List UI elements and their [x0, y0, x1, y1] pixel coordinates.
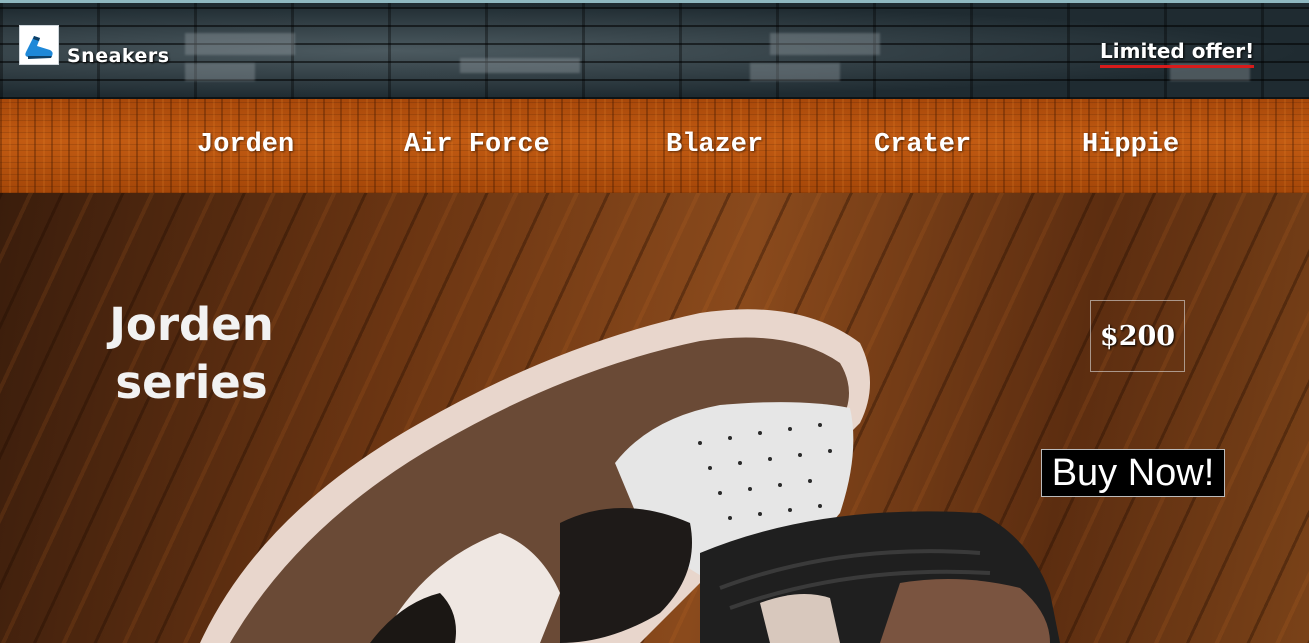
nav-item-hippie[interactable]: Hippie [1082, 130, 1179, 160]
limited-offer-link[interactable]: Limited offer! [1100, 39, 1255, 68]
hero-title: Jorden series [109, 298, 274, 409]
stone-texture [460, 58, 580, 73]
stone-texture [185, 33, 295, 55]
sneaker-logo-svg [20, 26, 58, 64]
stone-texture [750, 63, 840, 81]
site-header: Sneakers Limited offer! [0, 0, 1309, 99]
nav-item-blazer[interactable]: Blazer [666, 130, 763, 160]
sneaker-hero-image [200, 309, 1060, 643]
hero-banner [0, 193, 1309, 643]
sneaker-logo-icon[interactable] [19, 25, 59, 65]
price-badge: $200 [1090, 300, 1185, 372]
stone-texture [770, 33, 880, 55]
stone-texture [185, 63, 255, 81]
nav-item-crater[interactable]: Crater [874, 130, 971, 160]
nav-item-jorden[interactable]: Jorden [197, 130, 294, 160]
brand-name[interactable]: Sneakers [67, 45, 170, 67]
nav-item-air-force[interactable]: Air Force [404, 130, 550, 160]
buy-now-button[interactable]: Buy Now! [1041, 449, 1225, 497]
